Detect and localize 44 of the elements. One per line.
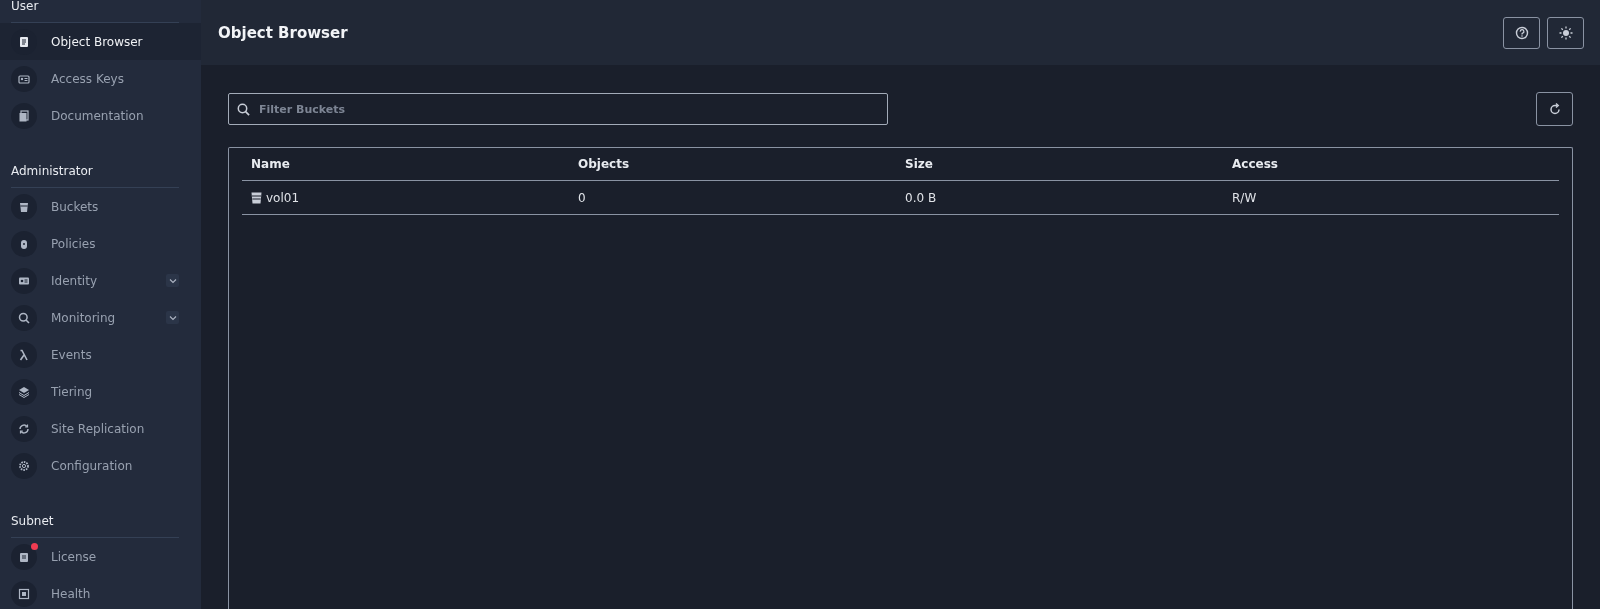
- sidebar-item[interactable]: License: [0, 538, 201, 575]
- bucket-icon: [251, 191, 262, 204]
- table-cell: 0: [578, 190, 586, 205]
- magnifier-icon: [11, 304, 37, 331]
- license-icon: [11, 543, 37, 570]
- layers-icon: [11, 378, 37, 405]
- sidebar-item[interactable]: Health: [0, 575, 201, 609]
- sync-icon: [11, 415, 37, 442]
- column-header[interactable]: Name: [251, 157, 290, 171]
- section-heading: Administrator: [11, 156, 179, 188]
- help-icon: [1514, 25, 1529, 40]
- sidebar-item[interactable]: Buckets: [0, 188, 201, 225]
- help-button[interactable]: [1503, 16, 1540, 49]
- sidebar-item[interactable]: Configuration: [0, 447, 201, 484]
- lock-icon: [11, 230, 37, 257]
- sidebar-item[interactable]: Documentation: [0, 97, 201, 134]
- column-header[interactable]: Access: [1232, 157, 1278, 171]
- search-icon: [237, 103, 250, 116]
- filter-field[interactable]: Filter Buckets: [228, 93, 888, 125]
- sun-icon: [1558, 25, 1573, 40]
- sidebar-item[interactable]: Object Browser: [0, 23, 201, 60]
- id-card-icon: [11, 65, 37, 92]
- document-icon: [11, 102, 37, 129]
- page-title: Object Browser: [218, 23, 348, 42]
- sidebar-item[interactable]: Policies: [0, 225, 201, 262]
- refresh-icon: [1547, 102, 1562, 116]
- table-cell[interactable]: vol01: [266, 190, 300, 205]
- sidebar-item[interactable]: Identity: [0, 262, 201, 299]
- sidebar-item[interactable]: Events: [0, 336, 201, 373]
- sidebar-item[interactable]: Tiering: [0, 373, 201, 410]
- refresh-button[interactable]: [1536, 92, 1573, 126]
- user-card-icon: [11, 267, 37, 294]
- table-cell: 0.0 B: [905, 190, 937, 205]
- bucket-icon: [11, 193, 37, 220]
- column-header[interactable]: Size: [905, 157, 933, 171]
- sidebar-item[interactable]: Access Keys: [0, 60, 201, 97]
- column-header[interactable]: Objects: [578, 157, 630, 171]
- section-heading: Subnet: [11, 506, 179, 538]
- lambda-icon: [11, 341, 37, 368]
- gear-icon: [11, 452, 37, 479]
- sidebar-item[interactable]: Monitoring: [0, 299, 201, 336]
- theme-toggle-button[interactable]: [1547, 16, 1584, 49]
- sidebar-item[interactable]: Site Replication: [0, 410, 201, 447]
- table-cell: R/W: [1232, 190, 1257, 205]
